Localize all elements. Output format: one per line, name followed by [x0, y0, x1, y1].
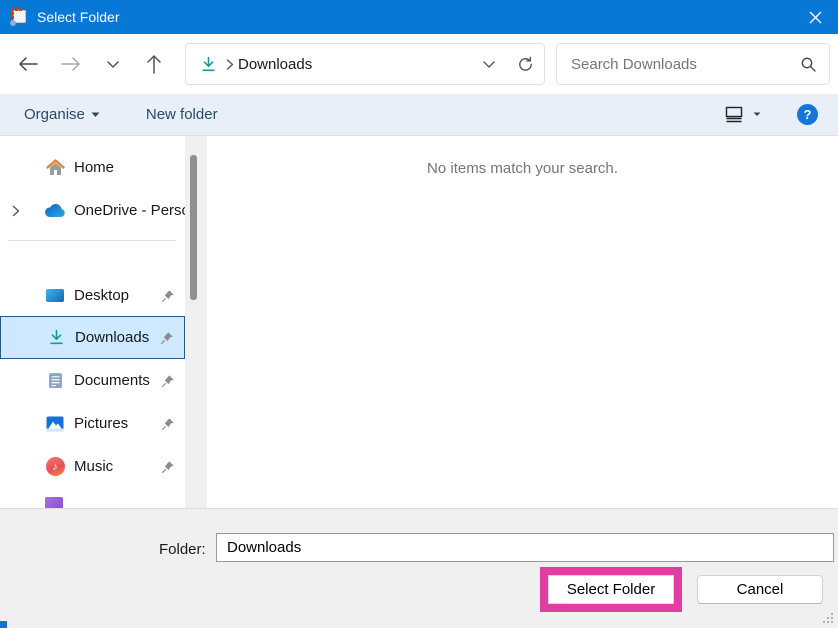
views-icon	[723, 105, 745, 125]
breadcrumb-chevron-icon	[226, 59, 234, 70]
help-icon: ?	[804, 107, 812, 122]
forward-button[interactable]	[55, 48, 87, 80]
sidebar-item-label: Home	[74, 159, 114, 176]
chevron-down-icon	[107, 61, 119, 68]
sidebar-item-pictures[interactable]: Pictures	[0, 402, 185, 445]
pin-icon	[161, 460, 175, 474]
file-list-pane[interactable]: No items match your search.	[207, 136, 838, 508]
search-icon[interactable]	[800, 56, 817, 73]
address-bar[interactable]: Downloads	[185, 43, 545, 85]
body-area: Home OneDrive - Perso	[0, 136, 838, 508]
sidebar-item-label: Pictures	[74, 415, 128, 432]
up-arrow-icon	[147, 54, 161, 74]
empty-state-message: No items match your search.	[207, 160, 838, 177]
pictures-icon	[44, 416, 66, 432]
pin-icon	[160, 331, 174, 345]
sidebar-item-onedrive[interactable]: OneDrive - Perso	[0, 189, 185, 232]
new-folder-label: New folder	[146, 106, 218, 123]
sidebar-item-label: Documents	[74, 372, 150, 389]
sidebar-item-downloads[interactable]: Downloads	[0, 316, 185, 359]
back-icon	[18, 57, 38, 71]
sidebar-item-music[interactable]: ♪ Music	[0, 445, 185, 488]
views-dropdown-chevron-icon	[753, 112, 761, 117]
app-icon	[10, 8, 28, 26]
expand-chevron-icon[interactable]	[12, 205, 20, 217]
up-button[interactable]	[138, 48, 170, 80]
folder-name-input[interactable]	[216, 533, 834, 562]
history-dropdown-button[interactable]	[97, 48, 129, 80]
command-bar: Organise New folder ?	[0, 94, 838, 136]
navigation-bar: Downloads	[0, 34, 838, 94]
back-button[interactable]	[12, 48, 44, 80]
sidebar-item-videos-icon[interactable]	[45, 497, 63, 508]
home-icon	[44, 159, 66, 176]
folder-field-label: Folder:	[159, 541, 206, 558]
title-bar: Select Folder	[0, 0, 838, 34]
sidebar-item-label: Music	[74, 458, 113, 475]
sidebar-item-home[interactable]: Home	[0, 146, 185, 189]
help-button[interactable]: ?	[797, 104, 818, 125]
pin-icon	[161, 374, 175, 388]
refresh-icon[interactable]	[517, 56, 534, 73]
downloads-icon	[45, 329, 67, 346]
organise-label: Organise	[24, 106, 85, 123]
sidebar-item-label: OneDrive - Perso	[74, 202, 185, 219]
desktop-icon	[44, 289, 66, 302]
close-button[interactable]	[792, 0, 838, 34]
dialog-footer	[0, 508, 838, 628]
music-note-glyph: ♪	[52, 461, 58, 473]
pin-icon	[161, 289, 175, 303]
organise-dropdown-icon	[91, 112, 100, 118]
music-icon: ♪	[44, 457, 66, 476]
forward-icon	[61, 57, 81, 71]
pin-icon	[161, 417, 175, 431]
sidebar-item-documents[interactable]: Documents	[0, 359, 185, 402]
taskbar-corner-artifact	[0, 621, 7, 628]
sidebar-scrollbar-track[interactable]	[185, 136, 207, 508]
cancel-button[interactable]: Cancel	[697, 575, 823, 604]
sidebar-divider	[8, 240, 176, 241]
resize-grip[interactable]	[822, 612, 834, 624]
select-folder-dialog: Select Folder	[0, 0, 838, 628]
views-dropdown-button[interactable]	[723, 105, 761, 125]
window-title: Select Folder	[37, 9, 119, 25]
documents-icon	[44, 372, 66, 389]
new-folder-button[interactable]: New folder	[146, 106, 218, 123]
breadcrumb-location[interactable]: Downloads	[238, 56, 312, 73]
sidebar-item-label: Desktop	[74, 287, 129, 304]
search-input[interactable]	[571, 56, 800, 73]
downloads-location-icon	[200, 56, 217, 73]
address-dropdown-icon[interactable]	[483, 61, 495, 68]
organise-menu-button[interactable]: Organise	[24, 106, 100, 123]
sidebar-item-label: Downloads	[75, 329, 149, 346]
sidebar-scrollbar-thumb[interactable]	[190, 155, 197, 300]
onedrive-cloud-icon	[44, 204, 66, 218]
sidebar-item-desktop[interactable]: Desktop	[0, 274, 185, 317]
close-icon	[809, 11, 822, 24]
search-box[interactable]	[556, 43, 830, 85]
select-folder-button[interactable]: Select Folder	[548, 575, 674, 604]
